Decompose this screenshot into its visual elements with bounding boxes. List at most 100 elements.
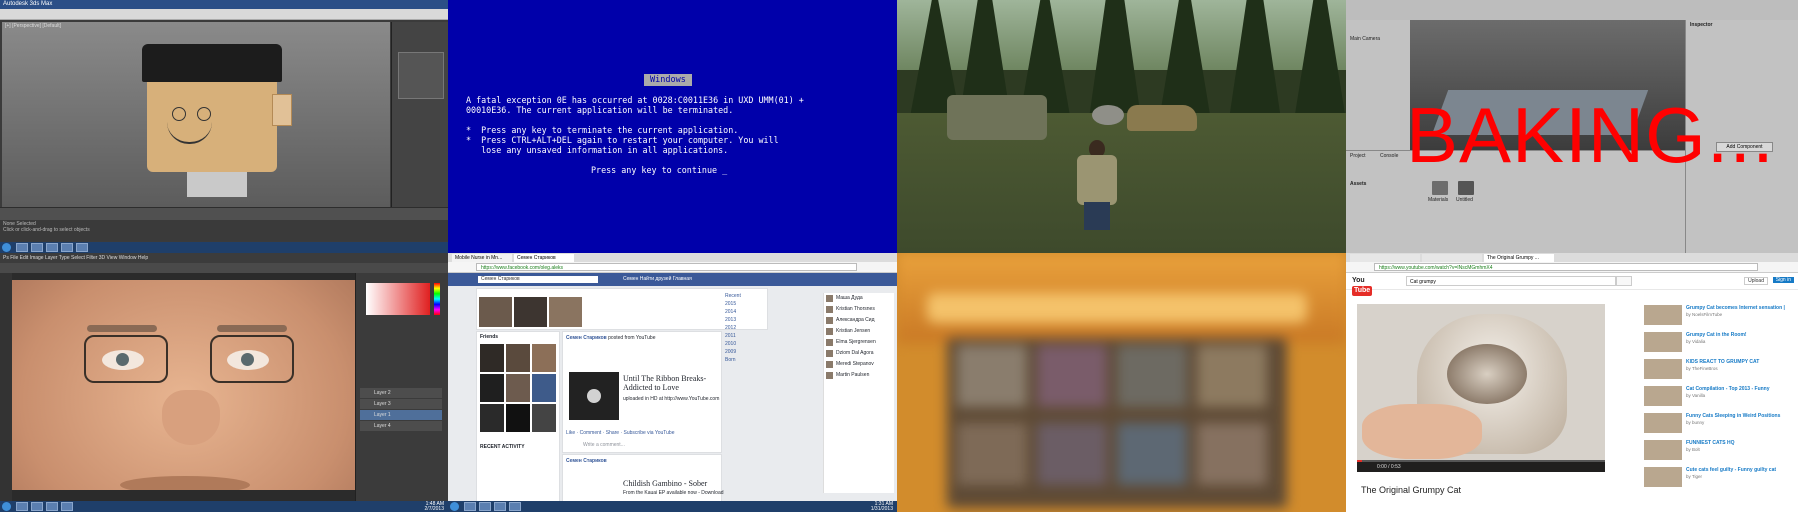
friend-photo[interactable] bbox=[549, 297, 582, 327]
taskbar-app-icon[interactable] bbox=[464, 502, 476, 511]
taskbar-app-icon[interactable] bbox=[16, 502, 28, 511]
photo-thumb[interactable] bbox=[532, 374, 556, 402]
video-thumbnail[interactable] bbox=[569, 372, 619, 420]
year-link[interactable]: 2013 bbox=[725, 317, 736, 323]
tab-project[interactable]: Project bbox=[1350, 153, 1366, 159]
taskbar-app-icon[interactable] bbox=[31, 243, 43, 252]
upload-button[interactable]: Upload bbox=[1744, 277, 1768, 285]
main-toolbar[interactable] bbox=[0, 9, 448, 20]
recommended-video[interactable]: Grumpy Cat becomes Internet sensation | b… bbox=[1644, 305, 1794, 327]
taskbar-app-icon[interactable] bbox=[509, 502, 521, 511]
video-thumbnail[interactable] bbox=[1644, 413, 1682, 433]
photo-thumb[interactable] bbox=[480, 374, 504, 402]
start-button[interactable] bbox=[2, 243, 11, 252]
year-link[interactable]: 2015 bbox=[725, 301, 736, 307]
recommended-title[interactable]: Funny Cats Sleeping in Weird Positions bbox=[1686, 413, 1780, 419]
photo-thumb[interactable] bbox=[532, 344, 556, 372]
url-input[interactable]: https://www.facebook.com/oleg.aleks bbox=[476, 263, 857, 271]
layer-item[interactable]: Layer 3 bbox=[360, 399, 442, 409]
year-link[interactable]: 2014 bbox=[725, 309, 736, 315]
menu-bar[interactable]: Ps File Edit Image Layer Type Select Fil… bbox=[0, 253, 448, 263]
taskbar-app-icon[interactable] bbox=[494, 502, 506, 511]
post-actions[interactable]: Like · Comment · Share · Subscribe via Y… bbox=[566, 430, 674, 436]
layer-item[interactable]: Layer 4 bbox=[360, 421, 442, 431]
recommended-video[interactable]: KIDS REACT TO GRUMPY CAT by TheFineBros bbox=[1644, 359, 1794, 381]
sign-in-button[interactable]: Sign in bbox=[1772, 277, 1794, 283]
taskbar-app-icon[interactable] bbox=[31, 502, 43, 511]
chat-contact[interactable]: Martin Paulsen bbox=[824, 370, 894, 380]
photo-thumb[interactable] bbox=[506, 404, 530, 432]
video-thumbnail[interactable] bbox=[1644, 305, 1682, 325]
year-link[interactable]: 2010 bbox=[725, 341, 736, 347]
taskbar-app-icon[interactable] bbox=[46, 243, 58, 252]
unity-toolbar[interactable] bbox=[1346, 0, 1798, 20]
recommended-video[interactable]: FUNNIEST CATS HQ by Bolt bbox=[1644, 440, 1794, 462]
chat-contact[interactable]: Kristian Jensen bbox=[824, 326, 894, 336]
year-link[interactable]: 2012 bbox=[725, 325, 736, 331]
header-nav[interactable]: Семен Найти друзей Главная bbox=[623, 276, 692, 282]
command-panel[interactable] bbox=[391, 22, 448, 207]
chat-contact[interactable]: Meredi Stepanov bbox=[824, 359, 894, 369]
hue-slider[interactable] bbox=[434, 283, 440, 315]
layer-item[interactable]: Layer 1 bbox=[360, 410, 442, 420]
right-panels[interactable]: Layer 2 Layer 3 Layer 1 Layer 4 bbox=[355, 273, 448, 501]
chat-contact[interactable]: Kristian Thorsnes bbox=[824, 304, 894, 314]
browser-tab[interactable] bbox=[1422, 254, 1482, 262]
recommended-title[interactable]: Cat Compilation - Top 2013 - Funny bbox=[1686, 386, 1770, 392]
video-thumbnail[interactable] bbox=[1644, 386, 1682, 406]
year-link[interactable]: Born bbox=[725, 357, 736, 363]
recommended-title[interactable]: Grumpy Cat becomes Internet sensation | bbox=[1686, 305, 1785, 311]
taskbar-app-icon[interactable] bbox=[76, 243, 88, 252]
photo-thumb[interactable] bbox=[506, 344, 530, 372]
image-canvas[interactable] bbox=[12, 280, 355, 490]
recommended-title[interactable]: Cute cats feel guilty - Funny guilty cat bbox=[1686, 467, 1776, 473]
taskbar-app-icon[interactable] bbox=[61, 243, 73, 252]
post-video-title[interactable]: Until The Ribbon Breaks-Addicted to Love bbox=[623, 374, 718, 392]
hierarchy-panel[interactable]: Main Camera bbox=[1346, 20, 1411, 150]
recommended-video[interactable]: Cat Compilation - Top 2013 - Funny by Van… bbox=[1644, 386, 1794, 408]
comment-input[interactable]: Write a comment... bbox=[583, 442, 625, 448]
hierarchy-item[interactable]: Main Camera bbox=[1350, 36, 1380, 42]
year-link[interactable]: 2009 bbox=[725, 349, 736, 355]
layer-item[interactable]: Layer 2 bbox=[360, 388, 442, 398]
photo-thumb[interactable] bbox=[480, 344, 504, 372]
friend-photo[interactable] bbox=[514, 297, 547, 327]
taskbar-app-icon[interactable] bbox=[479, 502, 491, 511]
start-button[interactable] bbox=[2, 502, 11, 511]
photo-thumb[interactable] bbox=[532, 404, 556, 432]
recommended-video[interactable]: Grumpy Cat in the Room! by Vidalia bbox=[1644, 332, 1794, 354]
tab-console[interactable]: Console bbox=[1380, 153, 1398, 159]
browser-tab-active[interactable]: Семен Стариков bbox=[514, 254, 574, 262]
options-bar[interactable] bbox=[0, 263, 448, 273]
post-video-title[interactable]: Childish Gambino - Sober bbox=[623, 479, 707, 488]
year-link[interactable]: 2011 bbox=[725, 333, 736, 339]
video-thumbnail[interactable] bbox=[1644, 467, 1682, 487]
photo-thumb[interactable] bbox=[480, 404, 504, 432]
video-controls[interactable]: 0:00 / 0:53 bbox=[1357, 462, 1605, 472]
start-button[interactable] bbox=[450, 502, 459, 511]
timeline-slider[interactable] bbox=[0, 207, 448, 220]
year-link[interactable]: Recent bbox=[725, 293, 741, 299]
browser-tab-active[interactable]: The Original Grumpy ... bbox=[1484, 254, 1554, 262]
video-player[interactable]: 0:00 / 0:53 bbox=[1357, 304, 1605, 472]
friend-photo[interactable] bbox=[479, 297, 512, 327]
taskbar-app-icon[interactable] bbox=[16, 243, 28, 252]
video-thumbnail[interactable] bbox=[1644, 359, 1682, 379]
youtube-logo[interactable]: YouTube bbox=[1352, 276, 1378, 296]
color-picker[interactable] bbox=[366, 283, 430, 315]
post-author[interactable]: Семен Стариков bbox=[566, 458, 607, 464]
play-icon[interactable] bbox=[587, 389, 601, 403]
browser-tab[interactable]: Mobile Nurse in Mn... bbox=[452, 254, 512, 262]
video-thumbnail[interactable] bbox=[1644, 332, 1682, 352]
facebook-search-input[interactable]: Семен Стариков bbox=[478, 276, 598, 283]
recommended-title[interactable]: FUNNIEST CATS HQ bbox=[1686, 440, 1735, 446]
search-icon[interactable] bbox=[1616, 276, 1632, 286]
recommended-video[interactable]: Funny Cats Sleeping in Weird Positions by… bbox=[1644, 413, 1794, 435]
youtube-search-input[interactable]: Cat grumpy bbox=[1406, 276, 1616, 286]
tools-panel[interactable] bbox=[0, 273, 12, 501]
video-thumbnail[interactable] bbox=[1644, 440, 1682, 460]
chat-contact[interactable]: Александра Сид bbox=[824, 315, 894, 325]
chat-contact[interactable]: Elma Sjergrensen bbox=[824, 337, 894, 347]
perspective-viewport[interactable]: [+] [Perspective] [Default] bbox=[2, 22, 390, 207]
recommended-video[interactable]: Cute cats feel guilty - Funny guilty cat… bbox=[1644, 467, 1794, 489]
